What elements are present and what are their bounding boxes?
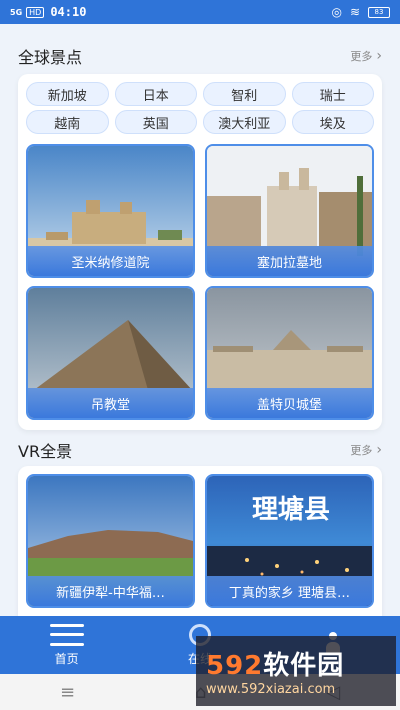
signal-indicator: 5G (10, 7, 23, 17)
more-label: 更多 (350, 444, 373, 457)
vr-card: 新疆伊犁-中华福… 理塘县 丁真的家乡 理塘县… (18, 466, 382, 626)
spot-tile[interactable]: 吊教堂 (26, 286, 195, 420)
spot-label: 塞加拉墓地 (207, 246, 372, 276)
country-tag[interactable]: 日本 (114, 82, 197, 106)
wifi-icon: ≋ (349, 5, 360, 19)
country-tags: 新加坡 日本 智利 瑞士 越南 英国 澳大利亚 埃及 (26, 82, 374, 134)
spot-label: 圣米纳修道院 (28, 246, 193, 276)
nav-home-label: 首页 (54, 651, 79, 666)
vr-grid: 新疆伊犁-中华福… 理塘县 丁真的家乡 理塘县… (26, 474, 374, 608)
watermark: 592软件园 www.592xiazai.com (196, 636, 396, 706)
country-tag[interactable]: 澳大利亚 (203, 110, 286, 134)
spot-label: 吊教堂 (28, 388, 193, 418)
system-menu-icon[interactable]: ≡ (60, 682, 75, 703)
more-label: 更多 (350, 50, 373, 63)
vr-section-title: VR全景 (18, 442, 73, 461)
spot-label: 盖特贝城堡 (207, 388, 372, 418)
spot-tile[interactable]: 盖特贝城堡 (205, 286, 374, 420)
vr-label: 丁真的家乡 理塘县… (207, 576, 372, 606)
vr-overlay-text: 理塘县 (252, 494, 330, 525)
nav-home[interactable]: 首页 (0, 616, 133, 674)
chevron-right-icon: › (376, 48, 382, 64)
country-tag[interactable]: 智利 (203, 82, 286, 106)
location-status-icon: ◎ (331, 5, 342, 19)
hd-badge: HD (26, 6, 45, 18)
global-more-link[interactable]: 更多 › (350, 48, 382, 64)
watermark-text: 软件园 (263, 651, 345, 681)
global-section-header: 全球景点 更多 › (18, 44, 382, 68)
global-card: 新加坡 日本 智利 瑞士 越南 英国 澳大利亚 埃及 圣米纳修道院 塞加拉墓地 … (18, 74, 382, 430)
battery-level: 83 (374, 8, 384, 16)
clock: 04:10 (50, 5, 87, 19)
country-tag[interactable]: 越南 (26, 110, 109, 134)
vr-tile[interactable]: 新疆伊犁-中华福… (26, 474, 195, 608)
spot-grid: 圣米纳修道院 塞加拉墓地 吊教堂 盖特贝城堡 (26, 144, 374, 420)
battery-icon: 83 (368, 6, 390, 18)
spot-tile[interactable]: 塞加拉墓地 (205, 144, 374, 278)
vr-label: 新疆伊犁-中华福… (28, 576, 193, 606)
global-section-title: 全球景点 (18, 48, 83, 67)
status-bar: 5G HD 04:10 ◎ ≋ 83 (0, 0, 400, 24)
country-tag[interactable]: 瑞士 (291, 82, 374, 106)
country-tag[interactable]: 英国 (114, 110, 197, 134)
watermark-brand: 592软件园 (206, 645, 396, 682)
country-tag[interactable]: 新加坡 (26, 82, 109, 106)
vr-tile[interactable]: 理塘县 丁真的家乡 理塘县… (205, 474, 374, 608)
vr-more-link[interactable]: 更多 › (350, 442, 382, 458)
chevron-right-icon: › (376, 442, 382, 458)
watermark-url: www.592xiazai.com (206, 682, 336, 697)
home-menu-icon (49, 623, 84, 646)
vr-section-header: VR全景 更多 › (18, 438, 382, 462)
spot-tile[interactable]: 圣米纳修道院 (26, 144, 195, 278)
watermark-number: 592 (206, 651, 264, 681)
country-tag[interactable]: 埃及 (291, 110, 374, 134)
